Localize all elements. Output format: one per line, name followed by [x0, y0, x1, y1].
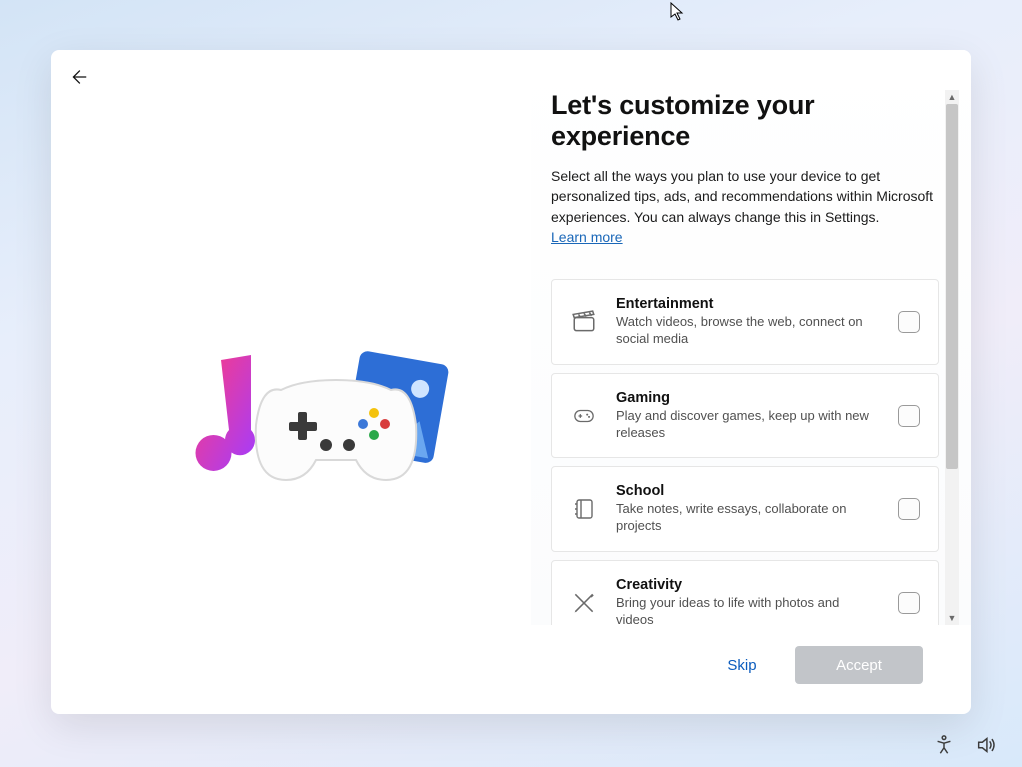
- scroll-track[interactable]: [945, 104, 959, 611]
- illustration-pane: [51, 50, 531, 714]
- button-row: Skip Accept: [717, 646, 923, 684]
- option-title: School: [616, 483, 880, 499]
- scroll-down-arrow-icon[interactable]: ▼: [945, 611, 959, 625]
- brush-pencil-icon: [570, 589, 598, 617]
- options-pane: Let's customize your experience Select a…: [531, 50, 971, 625]
- option-creativity[interactable]: Creativity Bring your ideas to life with…: [551, 560, 939, 625]
- option-title: Gaming: [616, 390, 880, 406]
- hero-illustration: [181, 330, 481, 530]
- option-checkbox[interactable]: [898, 311, 920, 333]
- cursor-arrow-icon: [670, 2, 686, 22]
- option-checkbox[interactable]: [898, 592, 920, 614]
- option-gaming[interactable]: Gaming Play and discover games, keep up …: [551, 373, 939, 459]
- page-subtext: Select all the ways you plan to use your…: [551, 166, 939, 227]
- scroll-thumb[interactable]: [946, 104, 958, 469]
- option-text: Gaming Play and discover games, keep up …: [616, 390, 880, 442]
- option-desc: Watch videos, browse the web, connect on…: [616, 314, 880, 348]
- option-desc: Take notes, write essays, collaborate on…: [616, 501, 880, 535]
- page-title: Let's customize your experience: [551, 90, 939, 152]
- option-desc: Bring your ideas to life with photos and…: [616, 595, 880, 625]
- system-tray: [932, 733, 998, 757]
- accept-button[interactable]: Accept: [795, 646, 923, 684]
- notebook-icon: [570, 495, 598, 523]
- back-button[interactable]: [67, 66, 89, 88]
- option-entertainment[interactable]: Entertainment Watch videos, browse the w…: [551, 279, 939, 365]
- accessibility-icon[interactable]: [932, 733, 956, 757]
- gamepad-icon: [570, 402, 598, 430]
- option-text: Creativity Bring your ideas to life with…: [616, 577, 880, 625]
- scrollbar[interactable]: ▲ ▼: [945, 90, 959, 625]
- skip-button[interactable]: Skip: [717, 646, 767, 684]
- learn-more-link[interactable]: Learn more: [551, 229, 623, 245]
- volume-icon[interactable]: [974, 733, 998, 757]
- scroll-region[interactable]: Let's customize your experience Select a…: [551, 90, 943, 625]
- option-checkbox[interactable]: [898, 405, 920, 427]
- option-desc: Play and discover games, keep up with ne…: [616, 408, 880, 442]
- option-text: School Take notes, write essays, collabo…: [616, 483, 880, 535]
- option-school[interactable]: School Take notes, write essays, collabo…: [551, 466, 939, 552]
- oobe-modal: Let's customize your experience Select a…: [51, 50, 971, 714]
- option-title: Entertainment: [616, 296, 880, 312]
- scroll-up-arrow-icon[interactable]: ▲: [945, 90, 959, 104]
- option-text: Entertainment Watch videos, browse the w…: [616, 296, 880, 348]
- clapperboard-icon: [570, 308, 598, 336]
- content-area: Let's customize your experience Select a…: [51, 50, 971, 714]
- option-checkbox[interactable]: [898, 498, 920, 520]
- option-title: Creativity: [616, 577, 880, 593]
